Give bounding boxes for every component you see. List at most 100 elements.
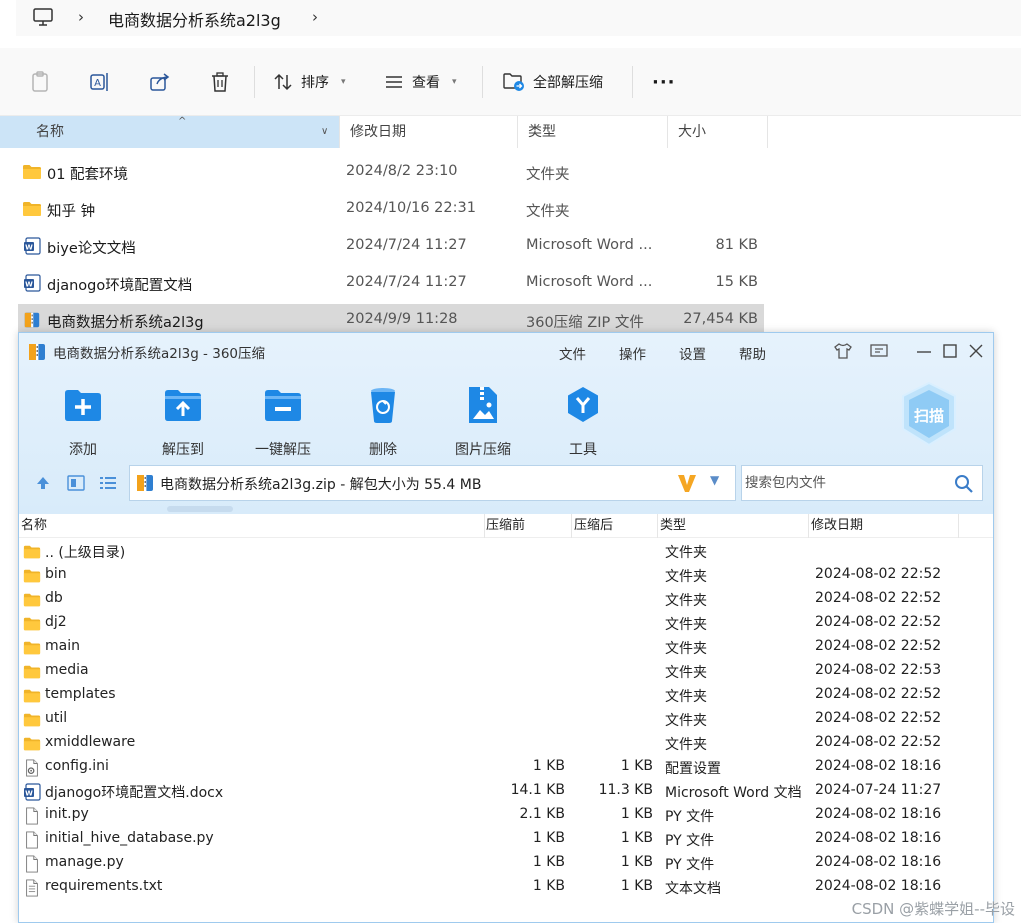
file-row[interactable]: biye论文文档 2024/7/24 11:27 Microsoft Word ..… [18,230,764,262]
archive-row[interactable]: xmiddleware 文件夹 2024-08-02 22:52 [19,732,993,756]
chevron-down-icon[interactable]: ∨ [321,116,328,148]
archive-entry-type: 文件夹 [665,665,707,681]
thumbnail-view-icon[interactable] [67,475,85,491]
archive-entry-name: djanogo环境配置文档.docx [45,785,224,801]
file-row[interactable]: djanogo环境配置文档 2024/7/24 11:27 Microsoft Wo… [18,267,764,299]
skin-icon[interactable] [833,341,853,361]
scan-badge[interactable]: 扫描 [899,381,959,447]
archive-column-before[interactable]: 压缩前 [485,514,572,538]
share-icon[interactable] [148,70,172,94]
chevron-right-icon[interactable]: › [312,9,322,25]
archive-column-name[interactable]: 名称 [19,514,485,538]
file-size: 15 KB [715,274,758,290]
archive-path-field[interactable]: 电商数据分析系统a2l3g.zip - 解包大小为 55.4 MB ▼ [129,465,736,501]
paste-icon[interactable] [28,70,52,94]
archive-row[interactable]: db 文件夹 2024-08-02 22:52 [19,588,993,612]
archive-entry-size-after: 1 KB [620,878,653,894]
archive-entry-size-after: 1 KB [620,806,653,822]
archive-search-input[interactable] [743,467,943,499]
tool-delete-button[interactable]: 删除 [338,383,428,459]
column-header-name[interactable]: ^ 名称 ∨ [0,116,340,148]
search-icon[interactable] [954,474,974,494]
archive-entry-type: 文件夹 [665,569,707,585]
maximize-icon[interactable] [941,341,959,361]
word-icon [22,237,42,255]
tool-one-click-extract-button[interactable]: 一键解压 [238,383,328,459]
list-view-icon[interactable] [99,475,117,491]
computer-icon[interactable] [32,7,54,27]
archive-row[interactable]: dj2 文件夹 2024-08-02 22:52 [19,612,993,636]
file-name: 电商数据分析系统a2l3g [47,315,204,331]
extract-all-button[interactable]: 全部解压缩 [503,70,603,94]
archive-row[interactable]: util 文件夹 2024-08-02 22:52 [19,708,993,732]
tool-extract-to-button[interactable]: 解压到 [138,383,228,459]
archive-entry-name: db [45,590,63,606]
archive-column-date[interactable]: 修改日期 [809,514,959,538]
delete-icon [371,388,395,423]
archive-row[interactable]: config.ini 1 KB 1 KB 配置设置 2024-08-02 18:16 [19,756,993,780]
archive-row[interactable]: djanogo环境配置文档.docx 14.1 KB 11.3 KB Microsof… [19,780,993,804]
archive-entry-date: 2024-08-02 22:52 [815,566,942,582]
archive-entry-size-before: 1 KB [532,878,565,894]
watermark: CSDN @紫蝶学姐--毕设 [851,900,1015,918]
feedback-icon[interactable] [869,341,889,361]
column-header-size[interactable]: 大小 [668,116,768,148]
chevron-down-icon: ▾ [341,77,346,87]
verified-v-icon[interactable] [676,472,698,494]
tool-tools-button[interactable]: 工具 [538,383,628,459]
menu-file[interactable]: 文件 [559,343,586,363]
archive-entry-type: Microsoft Word 文档 [665,785,802,801]
chevron-right-icon[interactable]: › [78,9,88,25]
sort-button[interactable]: 排序 ▾ [273,70,346,94]
archive-entry-type: 文件夹 [665,689,707,705]
column-header-type[interactable]: 类型 [518,116,668,148]
archive-title-bar[interactable]: 电商数据分析系统a2l3g - 360压缩 [27,342,265,362]
image-compress-icon [469,387,497,423]
minimize-icon[interactable] [915,341,933,361]
delete-icon[interactable] [208,70,232,94]
tool-add-button[interactable]: 添加 [38,383,128,459]
view-button[interactable]: 查看 ▾ [384,70,457,94]
archive-column-after[interactable]: 压缩后 [572,514,658,538]
explorer-address-bar[interactable]: › 电商数据分析系统a2l3g › [16,0,1021,36]
tool-image-compress-button[interactable]: 图片压缩 [438,383,528,459]
archive-search-box[interactable] [741,465,983,501]
chevron-down-icon[interactable]: ▼ [710,473,719,487]
rename-icon[interactable]: A [88,70,112,94]
more-options-button[interactable]: ··· [652,70,676,94]
archive-row[interactable]: initial_hive_database.py 1 KB 1 KB PY 文件 202… [19,828,993,852]
file-date: 2024/7/24 11:27 [346,274,467,290]
archive-row[interactable]: main 文件夹 2024-08-02 22:52 [19,636,993,660]
archive-entry-size-before: 1 KB [532,854,565,870]
archive-column-type[interactable]: 类型 [658,514,809,538]
archive-entry-name: templates [45,686,116,702]
file-row[interactable]: 知乎 钟 2024/10/16 22:31 文件夹 [18,193,764,225]
file-row[interactable]: 01 配套环境 2024/8/2 23:10 文件夹 [18,156,764,188]
tools-icon [568,387,598,422]
archive-row[interactable]: media 文件夹 2024-08-02 22:53 [19,660,993,684]
archive-row[interactable]: templates 文件夹 2024-08-02 22:52 [19,684,993,708]
archive-entry-date: 2024-08-02 22:52 [815,638,942,654]
archive-row[interactable]: requirements.txt 1 KB 1 KB 文本文档 2024-08-02 1… [19,876,993,900]
archive-entry-name: media [45,662,89,678]
folder-icon [23,591,41,609]
up-arrow-icon[interactable] [35,475,51,491]
menu-help[interactable]: 帮助 [739,343,766,363]
archive-row[interactable]: bin 文件夹 2024-08-02 22:52 [19,564,993,588]
archive-row[interactable]: init.py 2.1 KB 1 KB PY 文件 2024-08-02 18:16 [19,804,993,828]
breadcrumb-folder[interactable]: 电商数据分析系统a2l3g [108,7,281,31]
archive-row[interactable]: .. (上级目录) 文件夹 [19,540,993,564]
archive-entry-size-before: 14.1 KB [510,782,565,798]
close-icon[interactable] [967,341,985,361]
column-header-date[interactable]: 修改日期 [340,116,518,148]
scan-label: 扫描 [914,407,944,425]
menu-operation[interactable]: 操作 [619,343,646,363]
file-date: 2024/7/24 11:27 [346,237,467,253]
archive-entry-type: PY 文件 [665,857,715,873]
archive-entry-date: 2024-08-02 18:16 [815,830,942,846]
sort-icon [274,73,292,91]
archive-row[interactable]: manage.py 1 KB 1 KB PY 文件 2024-08-02 18:16 [19,852,993,876]
archive-entry-date: 2024-08-02 18:16 [815,758,942,774]
menu-settings[interactable]: 设置 [679,343,706,363]
extract-all-label: 全部解压缩 [533,75,603,91]
